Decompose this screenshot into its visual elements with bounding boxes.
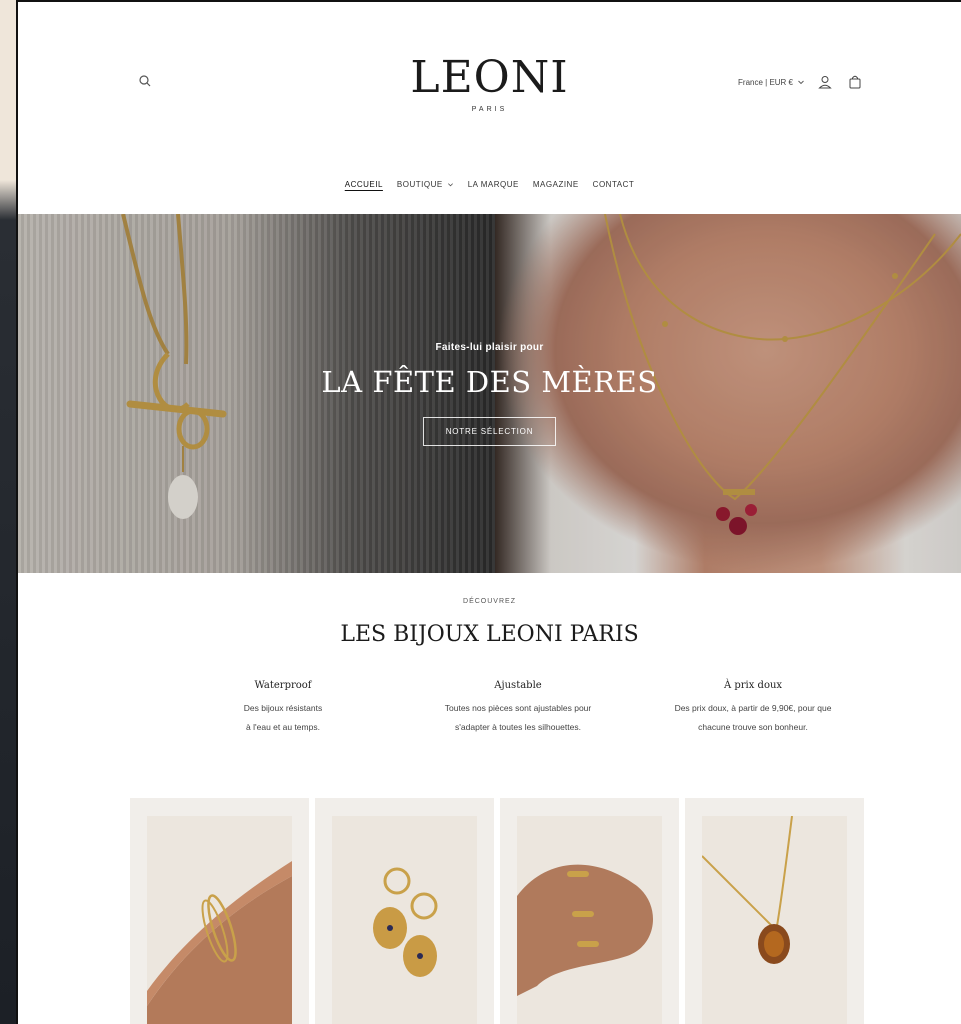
chevron-down-icon bbox=[798, 80, 804, 85]
cart-button[interactable] bbox=[845, 72, 865, 92]
nav-item-label: BOUTIQUE bbox=[396, 180, 443, 189]
product-image bbox=[147, 816, 292, 1024]
feature-title: Waterproof bbox=[254, 680, 312, 691]
locale-selector[interactable]: France | EUR € bbox=[738, 78, 805, 87]
hero-banner: Faites-lui plaisir pour LA FÊTE DES MÈRE… bbox=[18, 214, 961, 573]
account-icon bbox=[818, 76, 832, 89]
necklace-photo bbox=[702, 816, 793, 964]
feature-text: Des prix doux, à partir de 9,90€, pour q… bbox=[638, 699, 868, 737]
product-image bbox=[332, 816, 477, 1024]
product-card-earrings[interactable] bbox=[315, 798, 494, 1024]
nav-item-la-marque[interactable]: LA MARQUE bbox=[468, 180, 519, 189]
hero-kicker: Faites-lui plaisir pour bbox=[435, 342, 544, 353]
nav-item-label: MAGAZINE bbox=[532, 180, 579, 189]
nav-item-label: LA MARQUE bbox=[467, 180, 519, 189]
feature-text-line: s'adapter à toutes les silhouettes. bbox=[455, 722, 581, 732]
feature-text-line: à l'eau et au temps. bbox=[246, 722, 320, 732]
header-actions: France | EUR € bbox=[738, 72, 865, 92]
nav-item-accueil[interactable]: ACCUEIL bbox=[345, 180, 383, 189]
chevron-down-icon bbox=[447, 183, 453, 187]
feature-text: Des bijoux résistants à l'eau et au temp… bbox=[168, 699, 398, 737]
bracelet-photo bbox=[147, 861, 292, 1024]
nav-item-magazine[interactable]: MAGAZINE bbox=[533, 180, 579, 189]
product-card-rings[interactable] bbox=[500, 798, 679, 1024]
earrings-photo bbox=[373, 867, 438, 977]
hero-cta-button[interactable]: NOTRE SÉLECTION bbox=[422, 417, 557, 446]
hero-content: Faites-lui plaisir pour LA FÊTE DES MÈRE… bbox=[18, 342, 961, 446]
feature-prix-doux: À prix doux Des prix doux, à partir de 9… bbox=[638, 680, 868, 737]
feature-text-line: Toutes nos pièces sont ajustables pour bbox=[444, 703, 592, 713]
product-image bbox=[517, 816, 662, 1024]
features-row: Waterproof Des bijoux résistants à l'eau… bbox=[168, 680, 868, 737]
feature-waterproof: Waterproof Des bijoux résistants à l'eau… bbox=[168, 680, 398, 737]
feature-ajustable: Ajustable Toutes nos pièces sont ajustab… bbox=[403, 680, 633, 737]
feature-text-line: Des prix doux, à partir de 9,90€, pour q… bbox=[674, 703, 832, 713]
locale-label: France | EUR € bbox=[738, 77, 793, 87]
section-title: LES BIJOUX LEONI PARIS bbox=[340, 622, 639, 647]
product-card-necklace[interactable] bbox=[685, 798, 864, 1024]
cart-icon bbox=[849, 75, 861, 89]
logo-subtitle: PARIS bbox=[471, 106, 508, 113]
nav-item-label: ACCUEIL bbox=[344, 180, 383, 189]
product-card-bracelet[interactable] bbox=[130, 798, 309, 1024]
nav-item-label: CONTACT bbox=[592, 180, 635, 189]
rings-photo bbox=[517, 864, 654, 996]
main-navigation: ACCUEIL BOUTIQUE LA MARQUE MAGAZINE CONT… bbox=[18, 180, 961, 189]
nav-item-contact[interactable]: CONTACT bbox=[593, 180, 635, 189]
account-button[interactable] bbox=[815, 72, 835, 92]
product-image bbox=[702, 816, 847, 1024]
feature-title: Ajustable bbox=[494, 680, 542, 691]
feature-text-line: Des bijoux résistants bbox=[243, 703, 323, 713]
hero-title: LA FÊTE DES MÈRES bbox=[321, 365, 658, 399]
webpage: LEONI PARIS France | EUR € ACCUEIL BOUTI… bbox=[18, 2, 961, 1024]
section-kicker: DÉCOUVREZ bbox=[463, 598, 516, 605]
feature-title: À prix doux bbox=[723, 680, 783, 691]
feature-text-line: chacune trouve son bonheur. bbox=[698, 722, 808, 732]
nav-item-boutique[interactable]: BOUTIQUE bbox=[397, 180, 454, 189]
product-grid bbox=[130, 798, 865, 1024]
feature-text: Toutes nos pièces sont ajustables pour s… bbox=[403, 699, 633, 737]
